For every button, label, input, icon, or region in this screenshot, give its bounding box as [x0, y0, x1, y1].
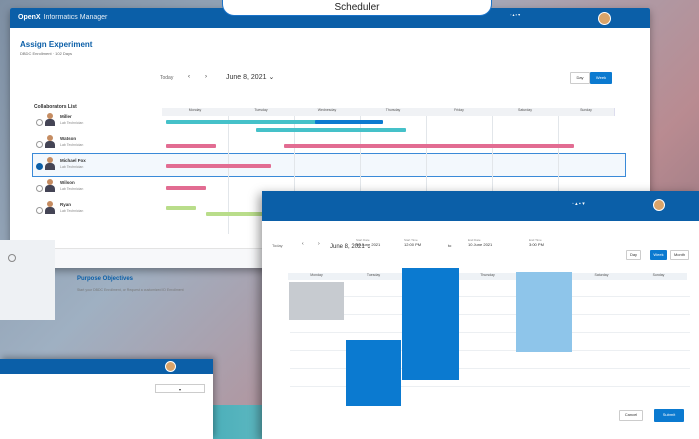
collaborator-row[interactable]: Michael Fox Lab Technician	[32, 154, 160, 176]
next-arrow-icon[interactable]: ›	[205, 74, 207, 80]
calendar-event[interactable]	[516, 272, 572, 352]
avatar[interactable]	[653, 199, 665, 211]
day-header: Tuesday	[345, 273, 402, 280]
page-subtitle: DBDC Enrollment · 102 Days	[20, 51, 73, 56]
end-date-field[interactable]: End Date 10 June 2021	[468, 238, 492, 247]
collaborator-row[interactable]: Wilson Lab Technician	[32, 176, 160, 198]
collaborator-name: Michael Fox	[60, 158, 86, 163]
end-time-field[interactable]: End Time 3:00 PM	[529, 238, 544, 247]
start-time-field[interactable]: Start Time 12:00 PM	[404, 238, 421, 247]
app-logo: OpenX Informatics Manager	[18, 14, 108, 21]
avatar[interactable]	[165, 361, 176, 372]
day-header: Monday	[162, 108, 229, 116]
collaborator-role: Lab Technician	[60, 187, 84, 191]
day-header: Sunday	[630, 273, 687, 280]
day-header: Friday	[426, 108, 493, 116]
schedule-bar[interactable]	[166, 164, 271, 168]
date-picker[interactable]: June 8, 2021 ⌄	[330, 243, 371, 250]
today-button[interactable]: Today	[272, 243, 283, 248]
day-header: Saturday	[492, 108, 559, 116]
day-header: Sunday	[558, 108, 615, 116]
schedule-bar[interactable]	[166, 144, 216, 148]
radio-button[interactable]	[36, 185, 43, 192]
radio-button[interactable]	[36, 207, 43, 214]
collaborator-row[interactable]: Ryan Lab Technician	[32, 198, 160, 220]
purpose-title: Purpose Objectives	[77, 276, 134, 282]
chevron-down-icon: ⌄	[268, 74, 275, 81]
radio-button[interactable]	[36, 119, 43, 126]
submit-button[interactable]: Submit	[654, 409, 684, 422]
radio-button-selected[interactable]	[36, 163, 43, 170]
avatar	[45, 157, 55, 170]
calendar-event[interactable]	[346, 340, 401, 406]
avatar	[45, 179, 55, 192]
bottom-left-window: ▾	[0, 359, 213, 439]
schedule-bar[interactable]	[166, 186, 206, 190]
avatar	[45, 201, 55, 214]
month-view-button[interactable]: Month	[670, 250, 689, 260]
day-header: Thursday	[459, 273, 516, 280]
calendar-event[interactable]	[289, 282, 344, 320]
day-view-button[interactable]: Day	[626, 250, 641, 260]
week-view-button[interactable]: Week	[650, 250, 667, 260]
day-header: Monday	[288, 273, 345, 280]
app-header	[0, 359, 213, 374]
avatar	[45, 113, 55, 126]
radio-button[interactable]	[36, 141, 43, 148]
app-header	[262, 191, 699, 221]
day-header: Thursday	[360, 108, 427, 116]
schedule-bar[interactable]	[256, 128, 406, 132]
header-icons[interactable]: ◦ ▴ ▪ ▾	[572, 201, 585, 207]
day-view-button[interactable]: Day	[570, 72, 590, 84]
day-header: Tuesday	[228, 108, 295, 116]
help-icon[interactable]	[8, 254, 16, 262]
schedule-bar[interactable]	[315, 120, 383, 124]
page-title: Assign Experiment	[20, 40, 93, 49]
day-header: Saturday	[573, 273, 630, 280]
side-nav	[0, 240, 55, 320]
today-button[interactable]: Today	[160, 75, 173, 81]
purpose-text: Start your DBDC Enrollment, or Request a…	[77, 288, 184, 292]
calendar-event[interactable]	[402, 268, 459, 380]
header-icons[interactable]: ◦ ▴ ▪ ▾	[510, 12, 520, 17]
collaborator-name: Watson	[60, 136, 77, 141]
day-header: Wednesday	[294, 108, 361, 116]
avatar	[45, 135, 55, 148]
schedule-bar[interactable]	[166, 206, 196, 210]
schedule-bar[interactable]	[284, 144, 574, 148]
collaborator-name: Miller	[60, 114, 72, 119]
cancel-button[interactable]: Cancel	[619, 410, 643, 421]
collaborator-role: Lab Technician	[60, 209, 84, 213]
avatar[interactable]	[598, 12, 611, 25]
tab-scheduler[interactable]: Scheduler	[222, 0, 492, 16]
collaborator-role: Lab Technician	[60, 143, 84, 147]
prev-arrow-icon[interactable]: ‹	[302, 241, 304, 247]
collaborator-name: Wilson	[60, 180, 75, 185]
collaborator-role: Lab Technician	[60, 121, 84, 125]
collaborator-role: Lab Technician	[60, 165, 84, 169]
prev-arrow-icon[interactable]: ‹	[188, 74, 190, 80]
collaborator-row[interactable]: Miller Lab Technician	[32, 110, 160, 132]
date-picker[interactable]: June 8, 2021 ⌄	[226, 73, 274, 81]
to-label: to	[448, 243, 452, 248]
next-arrow-icon[interactable]: ›	[318, 241, 320, 247]
collaborator-name: Ryan	[60, 202, 72, 207]
chevron-down-icon: ⌄	[366, 244, 372, 250]
schedule-bar[interactable]	[206, 212, 266, 216]
collaborator-row[interactable]: Watson Lab Technician	[32, 132, 160, 154]
week-view-button[interactable]: Week	[590, 72, 612, 84]
dropdown[interactable]: ▾	[155, 384, 205, 393]
